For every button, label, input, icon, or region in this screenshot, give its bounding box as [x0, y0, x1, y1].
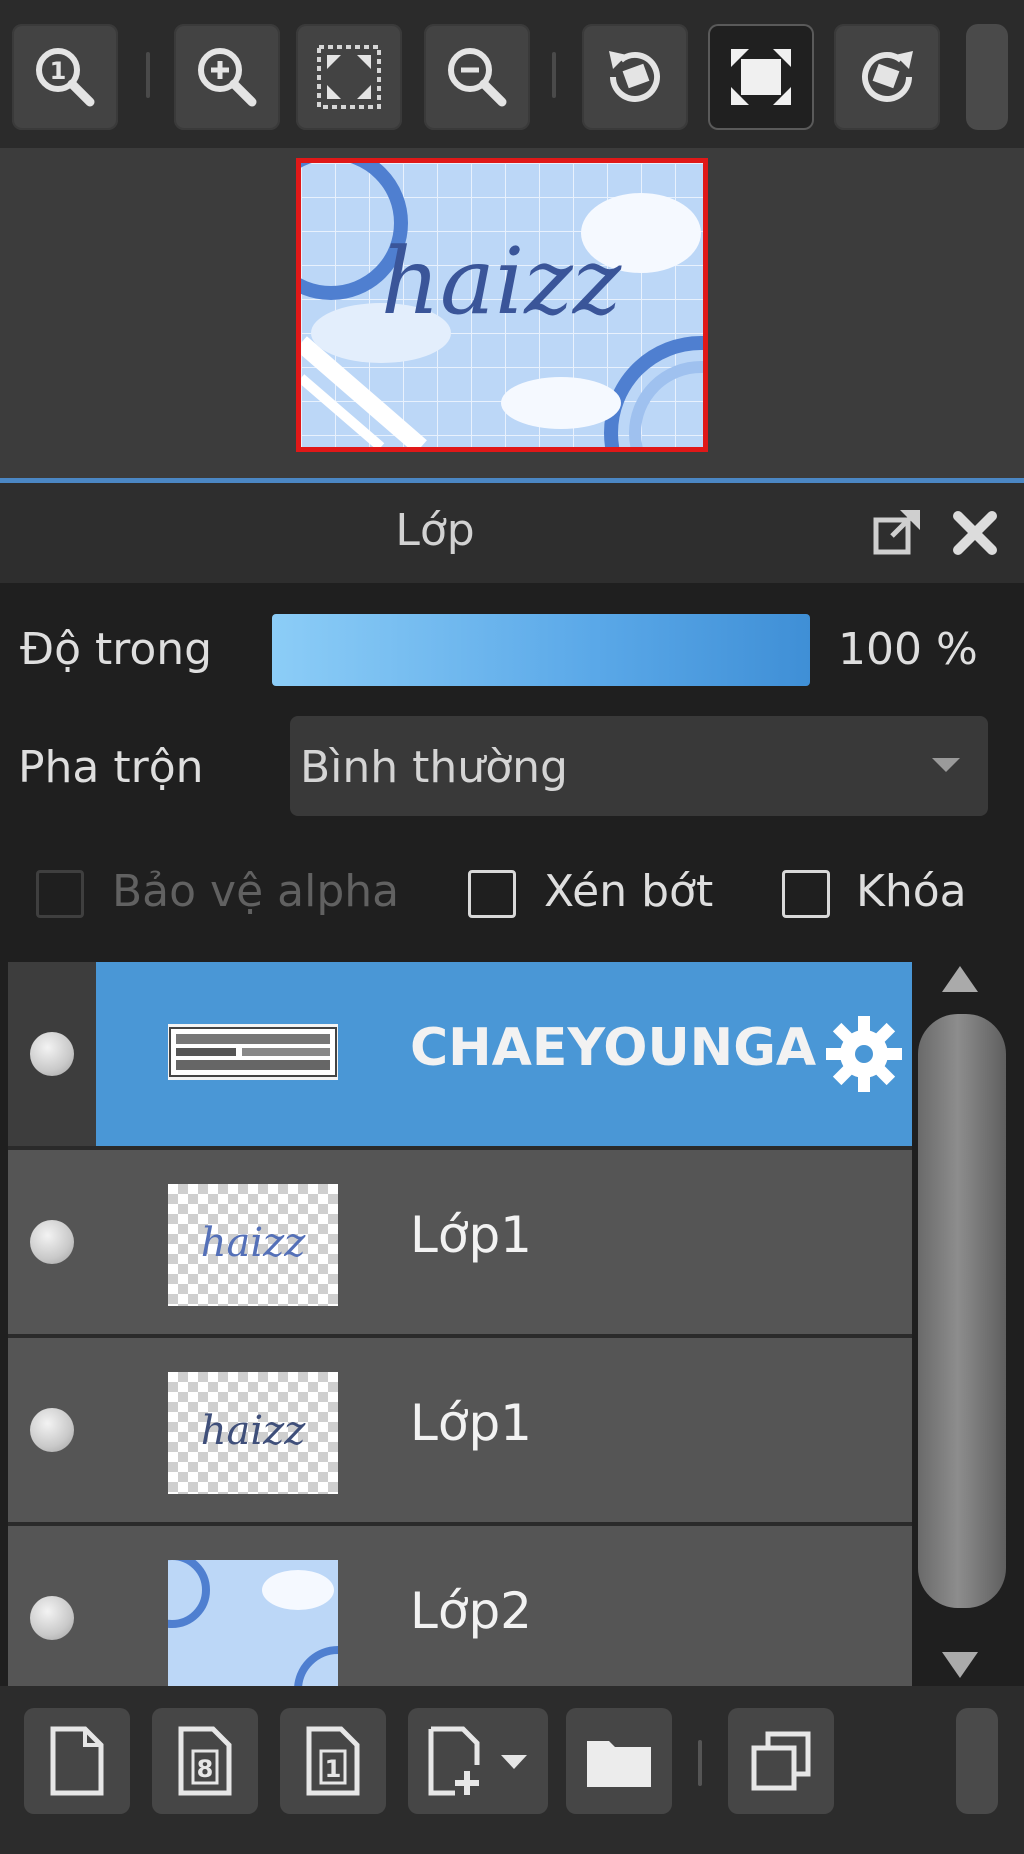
blend-mode-label: Pha trộn: [18, 742, 204, 793]
zoom-out-button[interactable]: [424, 24, 530, 130]
folder-icon: [587, 1741, 651, 1787]
layer-name: CHAEYOUNGA: [410, 1018, 817, 1078]
toolbar-separator: [146, 52, 150, 98]
chevron-down-icon: [932, 758, 960, 772]
layer-thumbnail: [168, 1560, 338, 1686]
new-8bit-layer-button[interactable]: 8: [152, 1708, 258, 1814]
lock-label: Khóa: [856, 866, 967, 917]
visibility-toggle-icon[interactable]: [30, 1220, 74, 1264]
lock-checkbox[interactable]: [782, 870, 830, 918]
page-8-icon: 8: [178, 1726, 232, 1796]
reset-view-button[interactable]: [708, 24, 814, 130]
clipping-checkbox[interactable]: [468, 870, 516, 918]
layer-row[interactable]: CHAEYOUNGA: [8, 962, 912, 1146]
fullscreen-icon: [731, 49, 791, 105]
svg-text:1: 1: [325, 1755, 342, 1783]
toolbar-separator: [552, 52, 556, 98]
duplicate-icon: [751, 1731, 811, 1791]
panel-title: Lớp: [395, 505, 475, 556]
scroll-down-icon[interactable]: [942, 1652, 978, 1678]
rotate-right-icon: [862, 51, 913, 102]
new-1bit-layer-button[interactable]: 1: [280, 1708, 386, 1814]
visibility-toggle-icon[interactable]: [30, 1408, 74, 1452]
new-layer-button[interactable]: [24, 1708, 130, 1814]
toolbar-separator: [698, 1740, 702, 1786]
scrollbar-thumb[interactable]: [918, 1014, 1006, 1608]
new-folder-button[interactable]: [566, 1708, 672, 1814]
protect-alpha-checkbox[interactable]: [36, 870, 84, 918]
layer-row[interactable]: haizz Lớp1: [8, 1150, 912, 1334]
rotate-left-icon: [609, 51, 660, 102]
toolbar-overflow-handle[interactable]: [956, 1708, 998, 1814]
close-panel-button[interactable]: [950, 508, 1000, 558]
fit-screen-button[interactable]: [296, 24, 402, 130]
layer-name: Lớp1: [410, 1206, 532, 1264]
fit-screen-icon: [317, 45, 381, 109]
zoom-actual-size-button[interactable]: 1: [12, 24, 118, 130]
layer-row[interactable]: haizz Lớp1: [8, 1338, 912, 1522]
layer-name: Lớp2: [410, 1582, 532, 1640]
layer-thumbnail: [168, 1024, 338, 1080]
layer-list: CHAEYOUNGA haizz Lớp1 haizz Lớp1 Lớp2: [8, 962, 912, 1686]
opacity-value: 100 %: [838, 624, 978, 675]
svg-text:1: 1: [50, 57, 67, 85]
zoom-in-button[interactable]: [174, 24, 280, 130]
new-page-icon: [50, 1726, 104, 1796]
rotate-right-button[interactable]: [834, 24, 940, 130]
add-page-dropdown-icon: [428, 1726, 527, 1796]
protect-alpha-label: Bảo vệ alpha: [112, 866, 400, 917]
svg-text:haizz: haizz: [381, 228, 622, 335]
zoom-out-icon: [448, 48, 507, 107]
opacity-label: Độ trong: [20, 624, 213, 675]
svg-text:8: 8: [197, 1755, 214, 1783]
blend-mode-value: Bình thường: [300, 742, 568, 793]
duplicate-layer-button[interactable]: [728, 1708, 834, 1814]
visibility-toggle-icon[interactable]: [30, 1596, 74, 1640]
canvas-preview[interactable]: haizz: [296, 158, 708, 452]
visibility-toggle-icon[interactable]: [30, 1032, 74, 1076]
zoom-in-icon: [198, 48, 257, 107]
opacity-slider-fill: [272, 614, 810, 686]
canvas-thumbnail: haizz: [301, 163, 703, 447]
svg-text:haizz: haizz: [201, 1220, 306, 1266]
scroll-up-icon[interactable]: [942, 966, 978, 992]
page-1-icon: 1: [306, 1726, 360, 1796]
popout-button[interactable]: [872, 508, 922, 558]
layer-name: Lớp1: [410, 1394, 532, 1452]
rotate-left-button[interactable]: [582, 24, 688, 130]
zoom-1-icon: 1: [36, 48, 95, 107]
layer-thumbnail: haizz: [168, 1372, 338, 1494]
add-layer-menu-button[interactable]: [408, 1708, 548, 1814]
layer-thumbnail: haizz: [168, 1184, 338, 1306]
close-icon: [953, 511, 997, 555]
svg-text:haizz: haizz: [201, 1408, 306, 1454]
gear-icon[interactable]: [824, 1014, 904, 1094]
layer-row[interactable]: Lớp2: [8, 1526, 912, 1686]
toolbar-overflow-handle[interactable]: [966, 24, 1008, 130]
external-window-icon: [873, 510, 920, 555]
clipping-label: Xén bớt: [544, 866, 714, 917]
